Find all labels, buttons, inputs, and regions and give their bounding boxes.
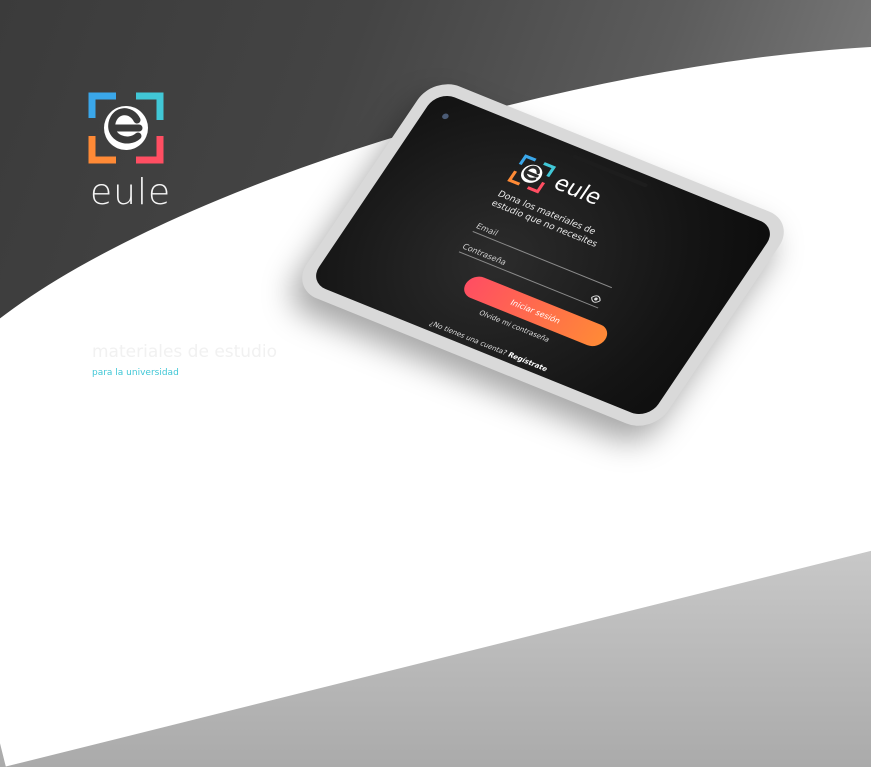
signup-link[interactable]: Regístrate (506, 351, 549, 373)
app-name: eule (548, 171, 607, 211)
password-placeholder: Contraseña (460, 242, 509, 267)
eye-icon[interactable] (588, 293, 603, 305)
login-screen: eule Dona los materiales de estudio que … (393, 140, 708, 397)
signup-text: ¿No tienes una cuenta? Regístrate (428, 319, 549, 373)
phone-body: eule Dona los materiales de estudio que … (290, 76, 796, 434)
tagline-accent: para la universidad (92, 368, 179, 378)
tagline-block: Dona / Recibe materiales de estudio para… (92, 310, 277, 378)
camera-icon (440, 112, 450, 121)
phone-screen: eule Dona los materiales de estudio que … (308, 90, 778, 420)
eule-logo-mark-icon (88, 92, 164, 164)
email-placeholder: Email (474, 221, 500, 238)
app-logo-icon (507, 154, 557, 194)
brand-name: eule (90, 172, 172, 213)
app-copy: Dona los materiales de estudio que no ne… (488, 190, 640, 265)
tagline-sub: materiales de estudio (92, 342, 277, 362)
phone-mockup: eule Dona los materiales de estudio que … (290, 76, 840, 450)
signup-prefix: ¿No tienes una cuenta? (427, 319, 509, 357)
tagline-main: Dona / Recibe (92, 310, 277, 340)
